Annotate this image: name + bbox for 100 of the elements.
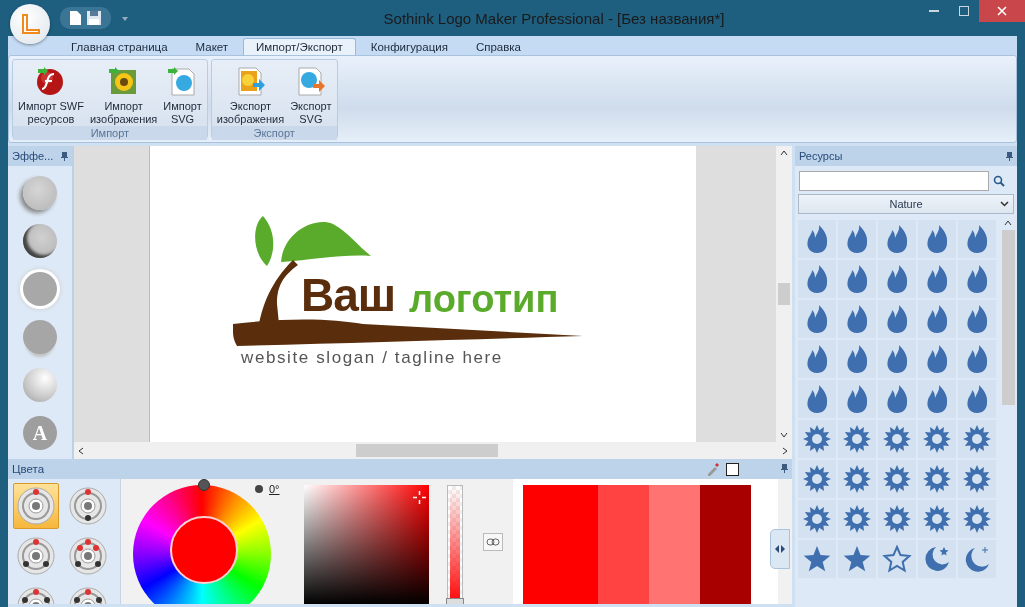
scroll-down-icon[interactable] [780, 432, 788, 438]
shape-tile[interactable] [838, 380, 876, 418]
shape-tile[interactable] [838, 460, 876, 498]
shape-tile[interactable] [798, 260, 836, 298]
shape-tile[interactable] [958, 500, 996, 538]
shape-tile[interactable] [838, 500, 876, 538]
shape-tile[interactable] [798, 420, 836, 458]
scroll-up-icon[interactable] [1004, 220, 1012, 226]
pin-icon[interactable] [1006, 151, 1013, 161]
shape-tile[interactable] [878, 420, 916, 458]
dropdown-caret-icon[interactable] [121, 14, 129, 22]
ribbon-tab[interactable]: Конфигурация [357, 38, 461, 55]
shape-tile[interactable] [958, 420, 996, 458]
shape-tile[interactable] [958, 380, 996, 418]
shape-tile[interactable] [918, 540, 956, 578]
shape-tile[interactable] [918, 220, 956, 258]
shape-tile[interactable] [878, 340, 916, 378]
link-button[interactable] [483, 533, 503, 551]
shape-tile[interactable] [838, 540, 876, 578]
glow-effect-button[interactable] [23, 272, 57, 306]
hue-dot-icon [255, 485, 263, 493]
shape-tile[interactable] [958, 540, 996, 578]
hue-value[interactable]: 0° [269, 483, 280, 495]
shape-tile[interactable] [838, 340, 876, 378]
ribbon-button[interactable]: Импорт SVG [160, 62, 205, 126]
shape-tile[interactable] [918, 380, 956, 418]
shape-tile[interactable] [878, 380, 916, 418]
shape-tile[interactable] [918, 500, 956, 538]
ribbon-tab[interactable]: Главная страница [58, 38, 181, 55]
pin-icon[interactable] [781, 464, 788, 473]
ribbon-tab[interactable]: Справка [462, 38, 534, 55]
bevel-effect-button[interactable] [23, 224, 57, 258]
shape-tile[interactable] [958, 260, 996, 298]
crosshair-icon[interactable] [413, 491, 426, 504]
shape-tile[interactable] [918, 340, 956, 378]
ribbon-button[interactable]: Экспорт изображения [213, 62, 288, 126]
sun-icon [802, 504, 832, 534]
shape-tile[interactable] [838, 300, 876, 338]
shape-tile[interactable] [878, 300, 916, 338]
save-icon[interactable] [87, 11, 101, 25]
shape-tile[interactable] [798, 540, 836, 578]
shape-tile[interactable] [958, 220, 996, 258]
search-button[interactable] [993, 175, 1005, 187]
shape-tile[interactable] [878, 540, 916, 578]
slider-thumb[interactable] [446, 598, 464, 604]
pin-icon[interactable] [61, 151, 68, 161]
close-button[interactable] [979, 0, 1025, 22]
horizontal-scrollbar[interactable] [74, 442, 792, 459]
scrollbar-thumb[interactable] [778, 283, 790, 305]
new-file-icon[interactable] [70, 11, 81, 25]
shape-tile[interactable] [958, 340, 996, 378]
panel-toggle-button[interactable] [770, 529, 790, 569]
shape-tile[interactable] [878, 220, 916, 258]
ribbon-button[interactable]: Импорт SWF ресурсов [15, 62, 87, 126]
reflection-effect-button[interactable] [23, 320, 57, 354]
shape-tile[interactable] [958, 460, 996, 498]
color-swatch[interactable] [649, 485, 700, 604]
shape-tile[interactable] [838, 420, 876, 458]
shape-tile[interactable] [798, 500, 836, 538]
shape-tile[interactable] [878, 260, 916, 298]
scrollbar-thumb[interactable] [1001, 230, 1015, 405]
shape-tile[interactable] [838, 220, 876, 258]
shape-tile[interactable] [918, 260, 956, 298]
saturation-value-square[interactable] [304, 485, 429, 604]
color-harmony-button[interactable] [13, 483, 59, 529]
eyedropper-icon[interactable] [706, 462, 720, 476]
shape-tile[interactable] [798, 300, 836, 338]
scroll-right-icon[interactable] [782, 446, 788, 455]
search-icon [993, 175, 1005, 187]
shape-tile[interactable] [798, 340, 836, 378]
shape-tile[interactable] [838, 260, 876, 298]
scroll-left-icon[interactable] [78, 446, 84, 455]
vertical-scrollbar[interactable] [776, 146, 792, 442]
star-icon [802, 544, 832, 574]
scrollbar-thumb[interactable] [356, 444, 498, 457]
ribbon-tab[interactable]: Импорт/Экспорт [243, 38, 356, 55]
ribbon-button[interactable]: Импорт изображения [86, 62, 161, 126]
color-swatch[interactable] [598, 485, 649, 604]
shape-tile[interactable] [918, 300, 956, 338]
category-dropdown[interactable]: Nature [798, 194, 1014, 214]
sun-icon [802, 424, 832, 454]
color-swatch-icon[interactable] [726, 462, 739, 476]
app-menu-button[interactable] [10, 4, 50, 44]
shape-tile[interactable] [798, 220, 836, 258]
shape-tile[interactable] [878, 500, 916, 538]
hue-handle[interactable] [198, 479, 210, 491]
ribbon-tab[interactable]: Макет [182, 38, 242, 55]
sun-icon [962, 424, 992, 454]
shape-tile[interactable] [958, 300, 996, 338]
ribbon-button[interactable]: Экспорт SVG [287, 62, 335, 126]
shadow-effect-button[interactable] [23, 176, 57, 210]
shape-tile[interactable] [918, 460, 956, 498]
color-swatch[interactable] [523, 485, 598, 604]
color-swatch[interactable] [700, 485, 751, 604]
shape-tile[interactable] [798, 460, 836, 498]
shape-tile[interactable] [918, 420, 956, 458]
shape-tile[interactable] [798, 380, 836, 418]
search-field[interactable] [799, 171, 989, 191]
scroll-up-icon[interactable] [780, 150, 788, 156]
shape-tile[interactable] [878, 460, 916, 498]
